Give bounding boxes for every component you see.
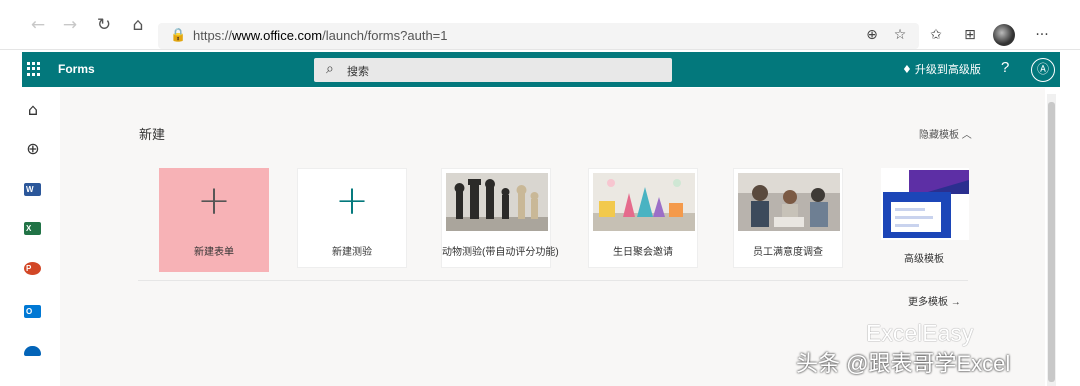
card-label: 生日聚会邀请	[613, 247, 673, 258]
search-box[interactable]: ⌕ 搜索	[314, 58, 672, 82]
address-bar[interactable]: 🔒 https://www.office.com/launch/forms?au…	[158, 23, 919, 49]
back-icon[interactable]: ←	[26, 14, 50, 38]
outlook-icon[interactable]: O	[24, 305, 41, 318]
section-divider	[138, 280, 968, 281]
watermark-top: ExcelEasy	[866, 320, 974, 346]
office-thumbnail	[738, 173, 840, 231]
diamond-icon: ♦	[902, 63, 912, 76]
card-label: 新建测验	[332, 247, 372, 258]
search-placeholder[interactable]: 搜索	[347, 63, 369, 79]
more-icon[interactable]: ···	[1031, 24, 1053, 46]
premium-thumbnail	[881, 168, 969, 240]
profile-avatar[interactable]	[993, 24, 1015, 46]
url-path: /launch/forms?auth=1	[322, 28, 448, 43]
app-rail: ⌂ ⊕ W X P O	[0, 88, 60, 386]
url-host: www.office.com	[232, 28, 323, 43]
browser-toolbar: ← → ↻ ⌂ 🔒 https://www.office.com/launch/…	[0, 0, 1080, 50]
onedrive-icon[interactable]	[24, 346, 41, 356]
refresh-icon[interactable]: ↻	[92, 14, 116, 38]
template-card-employee-survey[interactable]: 员工满意度调查	[733, 168, 843, 268]
powerpoint-icon[interactable]: P	[24, 262, 41, 275]
plus-icon: +	[335, 178, 369, 224]
template-card-animal-quiz[interactable]: 动物测验(带自动评分功能)	[441, 168, 559, 268]
vertical-scrollbar[interactable]	[1047, 94, 1056, 386]
favorites-icon[interactable]: ✩	[925, 24, 947, 46]
excel-icon[interactable]: X	[24, 222, 41, 235]
party-thumbnail	[593, 173, 695, 231]
help-button[interactable]: ?	[1001, 59, 1009, 76]
home-icon[interactable]: ⌂	[126, 14, 150, 38]
add-icon[interactable]: ⊕	[861, 24, 883, 46]
home-rail-icon[interactable]: ⌂	[22, 100, 44, 122]
app-launcher-icon[interactable]	[27, 62, 41, 76]
url-prefix: https://	[193, 28, 233, 43]
card-label: 高级模板	[904, 254, 944, 265]
word-icon[interactable]: W	[24, 183, 41, 196]
new-quiz-card[interactable]: + 新建测验	[297, 168, 407, 268]
card-label: 新建表单	[194, 247, 234, 258]
forms-header: Forms ⌕ 搜索 ♦ 升级到高级版 ? Ⓐ	[22, 52, 1060, 87]
new-form-card[interactable]: + 新建表单	[159, 168, 269, 272]
favorite-icon[interactable]: ☆	[889, 24, 911, 46]
url-text[interactable]: https://www.office.com/launch/forms?auth…	[193, 28, 448, 43]
app-title[interactable]: Forms	[58, 62, 95, 76]
upgrade-button[interactable]: ♦ 升级到高级版	[902, 61, 981, 77]
search-icon: ⌕	[326, 61, 334, 77]
create-icon[interactable]: ⊕	[22, 139, 44, 161]
account-icon[interactable]: Ⓐ	[1031, 58, 1055, 82]
more-templates-link[interactable]: 更多模板 →	[908, 293, 961, 308]
template-card-birthday[interactable]: 生日聚会邀请	[588, 168, 698, 268]
watermark-bottom: 头条 @跟表哥学Excel	[796, 351, 1011, 376]
card-label: 员工满意度调查	[753, 247, 823, 258]
section-title-new: 新建	[139, 127, 166, 142]
hide-templates-link[interactable]: 隐藏模板 ︿	[919, 126, 972, 141]
upgrade-label: 升级到高级版	[914, 64, 981, 76]
template-card-premium[interactable]: 高级模板	[877, 168, 971, 268]
chess-thumbnail	[446, 173, 548, 231]
scrollbar-thumb[interactable]	[1048, 102, 1055, 382]
card-label: 动物测验(带自动评分功能)	[442, 247, 559, 258]
collections-icon[interactable]: ⊞	[959, 24, 981, 46]
forward-icon[interactable]: →	[58, 14, 82, 38]
lock-icon[interactable]: 🔒	[170, 28, 186, 43]
plus-icon: +	[197, 178, 231, 224]
